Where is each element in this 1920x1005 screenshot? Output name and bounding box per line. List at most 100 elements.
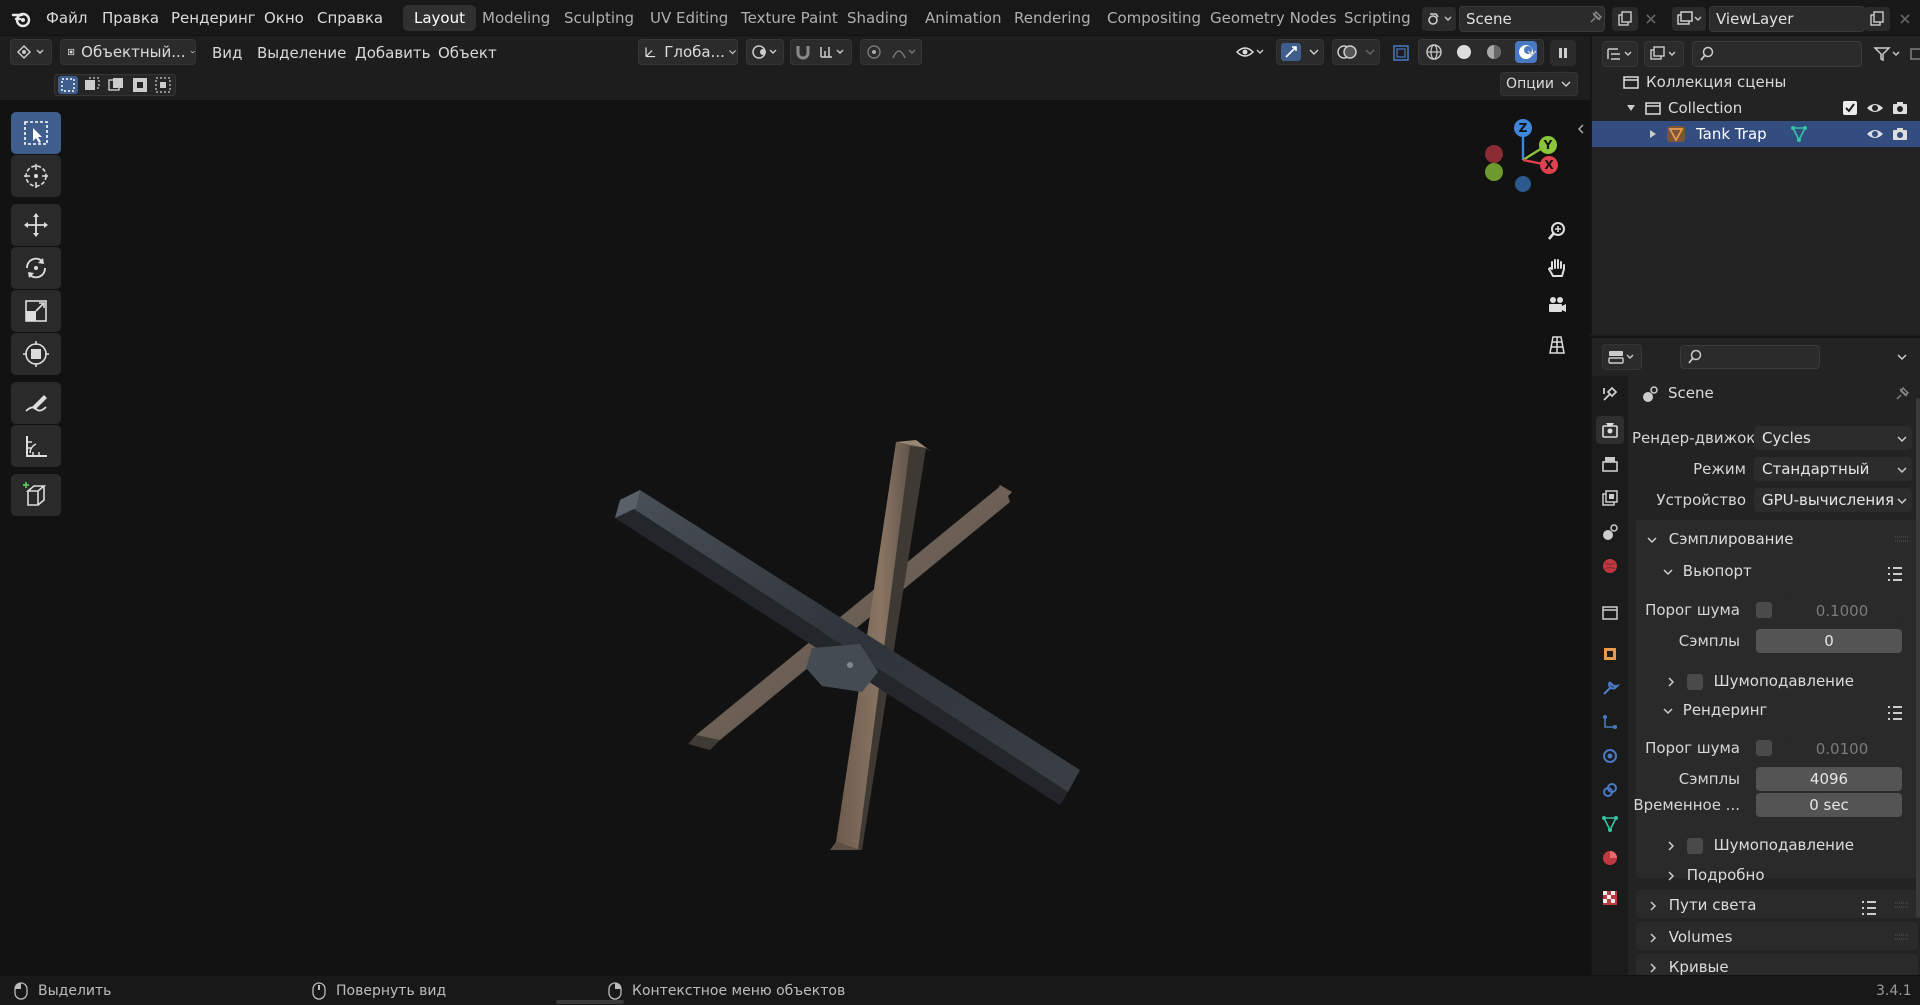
navigation-gizmo[interactable]: Z Y X [1468,108,1578,218]
proportional-editing[interactable] [860,39,922,65]
viewport-samples-field[interactable]: 0 [1756,629,1902,653]
scene-tab-icon[interactable] [1596,518,1624,546]
tab-geometry-nodes[interactable]: Geometry Nodes [1199,5,1348,31]
drag-handle-icon[interactable] [1894,535,1910,543]
menu-object[interactable]: Объект [438,44,497,62]
annotate-tool[interactable] [11,382,61,424]
device-dropdown[interactable]: GPU-вычисления [1754,488,1912,512]
particles-tab-icon[interactable] [1596,708,1624,736]
new-view-layer-icon[interactable] [1864,7,1890,31]
world-tab-icon[interactable] [1596,552,1624,580]
render-noise-threshold-field[interactable]: 0.0100 [1782,737,1902,761]
render-tab-icon[interactable] [1596,416,1624,444]
outliner-search-input[interactable] [1692,41,1862,67]
gizmo-toggle[interactable] [1276,39,1324,65]
tab-animation[interactable]: Animation [914,5,1012,31]
rotate-tool[interactable] [11,247,61,289]
render-engine-dropdown[interactable]: Cycles [1754,426,1912,450]
light-paths-header[interactable]: Пути света [1648,896,1756,914]
drag-handle-icon[interactable] [1894,933,1910,941]
display-mode-dropdown[interactable] [1644,41,1684,67]
tab-uv-editing[interactable]: UV Editing [639,5,739,31]
shading-options-chevron-icon[interactable] [1524,42,1540,64]
collection-tab-icon[interactable] [1596,598,1624,626]
mesh-data-tab-icon[interactable] [1596,810,1624,838]
tab-scripting[interactable]: Scripting [1333,5,1422,31]
blender-logo-icon[interactable] [10,8,34,30]
volumes-header[interactable]: Volumes [1648,928,1732,946]
menu-window[interactable]: Окно [264,9,304,27]
tab-texture-paint[interactable]: Texture Paint [730,5,849,31]
outliner-row-scene-collection[interactable]: Коллекция сцены [1592,69,1920,95]
tank-trap-model[interactable] [560,330,1120,850]
tab-layout[interactable]: Layout [403,5,476,31]
outliner-row-tank-trap[interactable]: Tank Trap [1592,121,1920,147]
camera-view-icon[interactable] [1539,288,1575,322]
view-layer-selector[interactable]: ViewLayer [1709,6,1865,32]
visibility-dropdown[interactable] [1230,39,1272,65]
render-adaptive-checkbox[interactable] [1756,740,1772,756]
menu-help[interactable]: Справка [317,9,383,27]
snap-controls[interactable] [790,39,852,65]
feature-set-dropdown[interactable]: Стандартный [1754,457,1912,481]
viewport-noise-threshold-field[interactable]: 0.1000 [1782,599,1902,623]
properties-options-chevron-icon[interactable] [1892,347,1912,367]
transform-tool[interactable] [11,333,61,375]
texture-tab-icon[interactable] [1596,884,1624,912]
pin-icon[interactable] [1894,386,1910,402]
presets-list-icon[interactable] [1886,566,1904,582]
overlay-toggle[interactable] [1332,39,1380,65]
view-layer-tab-icon[interactable] [1596,484,1624,512]
y-axis-handle[interactable]: Y [1539,136,1557,154]
time-limit-field[interactable]: 0 sec [1756,793,1902,817]
pan-hand-icon[interactable] [1539,251,1575,285]
curves-header[interactable]: Кривые [1648,958,1729,975]
tab-sculpting[interactable]: Sculpting [553,5,645,31]
presets-list-icon[interactable] [1860,900,1878,916]
scale-tool[interactable] [11,290,61,332]
physics-tab-icon[interactable] [1596,742,1624,770]
add-cube-tool[interactable] [11,474,61,516]
properties-editor-type[interactable] [1602,344,1642,370]
properties-scrollbar[interactable] [1916,398,1920,918]
render-denoise-header[interactable]: Шумоподавление [1666,836,1854,854]
scene-type-icon[interactable] [1422,7,1456,31]
modifier-tab-icon[interactable] [1596,674,1624,702]
options-dropdown[interactable]: Опции [1500,72,1578,96]
editor-type-button[interactable] [10,39,52,65]
delete-view-layer-icon[interactable] [1892,7,1918,31]
menu-select[interactable]: Выделение [257,44,346,62]
zoom-icon[interactable] [1539,214,1575,248]
sidebar-toggle-chevron-icon[interactable] [1574,120,1588,138]
tab-rendering[interactable]: Rendering [1003,5,1102,31]
3d-viewport[interactable]: Z Y X [0,100,1590,975]
viewport-subpanel-header[interactable]: Вьюпорт [1662,562,1752,580]
material-tab-icon[interactable] [1596,844,1624,872]
sampling-header[interactable]: Сэмплирование [1646,530,1793,548]
pause-render-icon[interactable] [1550,40,1576,66]
properties-search-input[interactable] [1680,345,1820,369]
outliner-editor-type[interactable] [1602,41,1638,67]
constraints-tab-icon[interactable] [1596,776,1624,804]
object-tab-icon[interactable] [1596,640,1624,668]
viewport-denoise-header[interactable]: Шумоподавление [1666,672,1854,690]
advanced-header[interactable]: Подробно [1666,866,1765,884]
menu-add[interactable]: Добавить [355,44,431,62]
cursor-tool[interactable] [11,155,61,197]
move-tool[interactable] [11,204,61,246]
tab-shading[interactable]: Shading [836,5,919,31]
pivot-point-dropdown[interactable] [746,39,784,65]
xray-icon[interactable] [1390,42,1412,64]
mode-dropdown[interactable]: Объектный... [60,39,196,65]
presets-list-icon[interactable] [1886,705,1904,721]
filter-icon[interactable] [1870,43,1906,65]
tool-tab-icon[interactable] [1596,380,1624,408]
horizontal-scrollbar[interactable] [556,1000,624,1004]
z-axis-handle[interactable]: Z [1514,119,1532,137]
new-scene-icon[interactable] [1612,7,1638,31]
select-box-tool[interactable] [11,112,61,154]
view-layer-icon[interactable] [1672,7,1706,31]
menu-view[interactable]: Вид [212,44,242,62]
delete-scene-icon[interactable] [1640,7,1662,31]
outliner-row-collection[interactable]: Collection [1592,95,1920,121]
